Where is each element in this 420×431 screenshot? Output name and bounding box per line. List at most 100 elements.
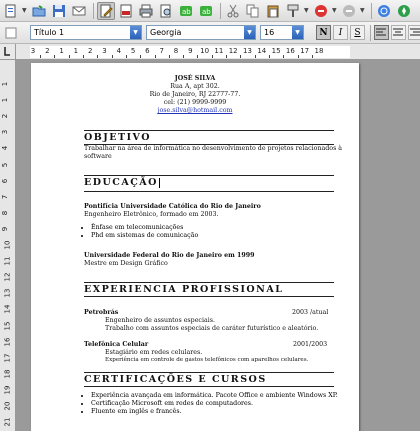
italic-button[interactable]: I [333, 25, 348, 40]
chevron-down-icon[interactable]: ▼ [360, 7, 366, 14]
paragraph-style-value: Título 1 [34, 28, 65, 37]
edit-file-icon[interactable] [97, 1, 115, 20]
export-pdf-icon[interactable] [117, 2, 135, 20]
exp2-line2: Experiência em controle de gastos telefô… [105, 357, 309, 363]
ruler-tick-mark [154, 55, 156, 58]
save-icon[interactable] [50, 2, 68, 20]
list-item: Fluente em inglês e francês. [91, 408, 338, 416]
ruler-tick-label: 1 [1, 97, 10, 103]
print-icon[interactable] [137, 2, 155, 20]
list-item: Certificação Microsoft em redes de compu… [91, 400, 338, 408]
ruler-tick-label: 16 [3, 337, 12, 347]
ruler-tick-mark [54, 55, 56, 58]
exp1-line1: Engenheiro de assuntos especiais. [105, 317, 215, 324]
standard-toolbar: ▼ ab ab ▼ ▼ ▼ [0, 0, 420, 22]
ruler-tick-mark [297, 55, 299, 58]
ruler-tick-label: 7 [1, 194, 10, 199]
ruler-tick-mark [183, 55, 185, 58]
ruler-tick-label: 12 [3, 272, 12, 282]
ruler-tick-label: 16 [285, 47, 295, 55]
chevron-down-icon[interactable]: ▼ [130, 26, 141, 39]
ruler-tick-label: 5 [1, 162, 10, 167]
objective-heading: OBJETIVO [84, 130, 334, 145]
autospellcheck-icon[interactable]: ab [197, 2, 215, 20]
cut-icon[interactable] [224, 2, 242, 20]
exp2-period: 2001/2003 [293, 341, 328, 348]
open-folder-icon[interactable] [30, 2, 48, 20]
new-document-icon[interactable] [2, 2, 20, 20]
spellcheck-icon[interactable]: ab [177, 2, 195, 20]
ruler-tick-label: 12 [228, 47, 238, 55]
education-heading-text: EDUCAÇÃO [84, 177, 158, 188]
tab-stop-selector[interactable] [0, 44, 16, 60]
print-preview-icon[interactable] [157, 2, 175, 20]
chevron-down-icon[interactable]: ▼ [304, 7, 310, 14]
exp2-company: Telefônica Celular [84, 341, 149, 348]
font-name-select[interactable]: Georgia ▼ [146, 25, 256, 40]
chevron-down-icon[interactable]: ▼ [292, 26, 303, 39]
align-left-button[interactable] [374, 25, 389, 40]
ruler-tick-label: 8 [1, 210, 10, 216]
font-name-value: Georgia [150, 28, 182, 37]
ruler-tick-label: 6 [1, 178, 10, 183]
ruler-tick-label: 1 [1, 81, 10, 87]
objective-text: Trabalhar na área de informática no dese… [84, 145, 343, 160]
ruler-tick-label: 13 [243, 47, 252, 55]
exp1-company: Petrobrás [84, 309, 119, 316]
ruler-tick-mark [226, 55, 228, 58]
certifications-heading: CERTIFICAÇÕES E CURSOS [84, 372, 334, 387]
styles-icon[interactable] [2, 24, 20, 42]
undo-icon[interactable] [312, 2, 330, 20]
ruler-tick-mark [168, 55, 170, 58]
clone-formatting-icon[interactable] [284, 2, 302, 20]
edu2-school: Universidade Federal do Rio de Janeiro e… [84, 252, 255, 259]
chevron-down-icon[interactable]: ▼ [332, 7, 338, 14]
ruler-tick-label: 17 [3, 353, 12, 363]
resume-name: JOSÉ SILVA [174, 75, 216, 82]
ruler-tick-mark [97, 55, 99, 58]
horizontal-ruler[interactable]: 3 2 1 1 2 3 4 5 6 7 8 9 10 11 12 13 14 15 16 17 18 [16, 44, 420, 60]
paste-icon[interactable] [264, 2, 282, 20]
ruler-tick-label: 11 [3, 256, 12, 266]
ruler-tick-label: 7 [159, 47, 164, 55]
paragraph-style-select[interactable]: Título 1 ▼ [30, 25, 142, 40]
ruler-tick-label: 6 [145, 47, 150, 55]
ruler-tick-label: 20 [3, 401, 12, 411]
underline-button[interactable]: S [350, 25, 365, 40]
ruler-tick-label: 14 [3, 304, 12, 314]
navigator-icon[interactable] [395, 2, 413, 20]
ruler-tick-label: 3 [30, 47, 36, 55]
ruler-tick-label: 5 [130, 47, 136, 55]
ruler-tick-mark [83, 55, 85, 58]
ruler-tick-label: 4 [1, 146, 10, 151]
toolbar-separator [371, 2, 372, 19]
document-page[interactable]: JOSÉ SILVA Rua A, apt 302. Rio de Janeir… [31, 63, 359, 431]
font-size-select[interactable]: 16 ▼ [260, 25, 304, 40]
redo-icon[interactable] [340, 2, 358, 20]
experience-heading: EXPERIENCIA PROFISSIONAL [84, 282, 334, 297]
align-right-button[interactable] [408, 25, 420, 40]
edu1-school: Pontifícia Universidade Católica do Rio … [84, 203, 261, 210]
font-size-value: 16 [264, 28, 275, 37]
copy-icon[interactable] [244, 2, 262, 20]
chevron-down-icon[interactable]: ▼ [22, 7, 28, 14]
ruler-tick-label: 3 [1, 130, 10, 135]
toolbar-separator [93, 2, 94, 19]
svg-text:ab: ab [202, 8, 211, 16]
address-line-1: Rua A, apt 302. [170, 83, 220, 90]
bold-button[interactable]: N [316, 25, 331, 40]
ruler-tick-mark [254, 55, 256, 58]
align-center-button[interactable] [391, 25, 406, 40]
hyperlink-icon[interactable] [375, 2, 393, 20]
ruler-tick-mark [68, 55, 70, 58]
vertical-ruler[interactable]: 1 1 2 3 4 5 6 7 8 9 10 11 12 13 14 15 16 17 18 19 20 21 [0, 60, 16, 431]
ruler-tick-label: 18 [3, 369, 12, 379]
ruler-tick-mark [125, 55, 127, 58]
email-link[interactable]: jose.silva@hotmail.com [31, 107, 359, 115]
email-document-icon[interactable] [70, 2, 88, 20]
ruler-tick-label: 19 [3, 385, 12, 395]
chevron-down-icon[interactable]: ▼ [244, 26, 255, 39]
ruler-tick-mark [211, 55, 213, 58]
ruler-tick-label: 18 [314, 47, 324, 55]
ruler-tick-label: 2 [87, 47, 93, 55]
